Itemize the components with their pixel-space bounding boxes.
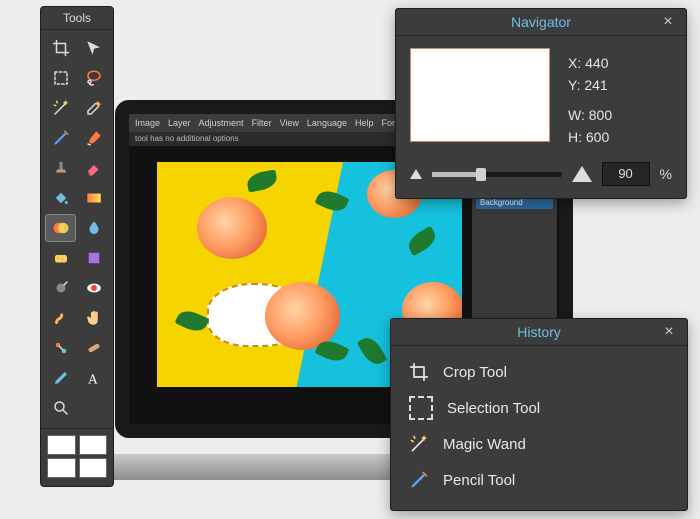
zoom-unit: % xyxy=(660,166,672,182)
menu-item: View xyxy=(280,118,299,128)
eyedropper-icon[interactable] xyxy=(78,94,109,122)
gradient-icon[interactable] xyxy=(78,184,109,212)
lasso-icon[interactable] xyxy=(78,64,109,92)
history-item[interactable]: Pencil Tool xyxy=(395,462,683,498)
move-icon[interactable] xyxy=(78,34,109,62)
zoom-value-input[interactable]: 90 xyxy=(602,162,650,186)
menu-item: Help xyxy=(355,118,374,128)
menu-item: Layer xyxy=(168,118,191,128)
shape-icon[interactable] xyxy=(78,244,109,272)
zoom-out-icon[interactable] xyxy=(410,169,422,179)
history-title[interactable]: History × xyxy=(391,319,687,346)
sponge-icon[interactable] xyxy=(45,244,76,272)
magic-wand-icon xyxy=(409,434,429,454)
marquee-icon[interactable] xyxy=(45,64,76,92)
history-item-label: Pencil Tool xyxy=(443,472,515,489)
clone-stamp-icon[interactable] xyxy=(45,154,76,182)
history-item[interactable]: Crop Tool xyxy=(395,354,683,390)
paint-bucket-icon[interactable] xyxy=(45,184,76,212)
eraser-icon[interactable] xyxy=(78,154,109,182)
close-icon[interactable]: × xyxy=(657,319,681,345)
crop-icon xyxy=(409,362,429,382)
smudge-icon[interactable] xyxy=(45,304,76,332)
hand-icon[interactable] xyxy=(78,304,109,332)
swatch[interactable] xyxy=(47,458,76,478)
navigator-coords: X: 440 Y: 241 W: 800 H: 600 xyxy=(568,48,672,148)
coord-y: 241 xyxy=(584,77,607,93)
zoom-in-icon[interactable] xyxy=(572,166,592,182)
tools-panel-title: Tools xyxy=(41,7,113,30)
foreground-swatch[interactable] xyxy=(47,435,76,455)
navigator-panel[interactable]: Navigator × X: 440 Y: 241 W: 800 H: 600 … xyxy=(395,8,687,199)
coord-x: 440 xyxy=(585,55,608,71)
pen-icon[interactable] xyxy=(45,364,76,392)
coord-h: 600 xyxy=(586,129,609,145)
pencil-icon xyxy=(409,470,429,490)
zoom-slider-thumb[interactable] xyxy=(476,168,486,181)
menu-item: Adjustment xyxy=(199,118,244,128)
pinch-icon[interactable] xyxy=(45,334,76,362)
color-swatches[interactable] xyxy=(41,428,113,482)
zoom-slider[interactable] xyxy=(432,172,562,177)
marquee-icon xyxy=(409,396,433,420)
background-swatch[interactable] xyxy=(79,435,108,455)
dodge-icon[interactable] xyxy=(45,274,76,302)
svg-text:A: A xyxy=(88,371,98,386)
menu-item: Filter xyxy=(252,118,272,128)
history-item-label: Crop Tool xyxy=(443,364,507,381)
text-icon[interactable]: A xyxy=(78,364,109,392)
zoom-icon[interactable] xyxy=(45,394,76,422)
magic-wand-icon[interactable] xyxy=(45,94,76,122)
history-item[interactable]: Selection Tool xyxy=(395,390,683,426)
history-item[interactable]: Magic Wand xyxy=(395,426,683,462)
navigator-preview[interactable] xyxy=(410,48,550,142)
color-replace-icon[interactable] xyxy=(45,214,76,242)
history-item-label: Selection Tool xyxy=(447,400,540,417)
coord-w: 800 xyxy=(589,107,612,123)
tools-panel[interactable]: Tools A xyxy=(40,6,114,487)
history-panel[interactable]: History × Crop Tool Selection Tool Magic W… xyxy=(390,318,688,511)
red-eye-icon[interactable] xyxy=(78,274,109,302)
menu-item: Language xyxy=(307,118,347,128)
crop-icon[interactable] xyxy=(45,34,76,62)
brush-icon[interactable] xyxy=(78,124,109,152)
menu-item: Image xyxy=(135,118,160,128)
navigator-title[interactable]: Navigator × xyxy=(396,9,686,36)
heal-icon[interactable] xyxy=(78,334,109,362)
swatch[interactable] xyxy=(79,458,108,478)
blur-icon[interactable] xyxy=(78,214,109,242)
pencil-icon[interactable] xyxy=(45,124,76,152)
history-item-label: Magic Wand xyxy=(443,436,526,453)
close-icon[interactable]: × xyxy=(656,9,680,35)
